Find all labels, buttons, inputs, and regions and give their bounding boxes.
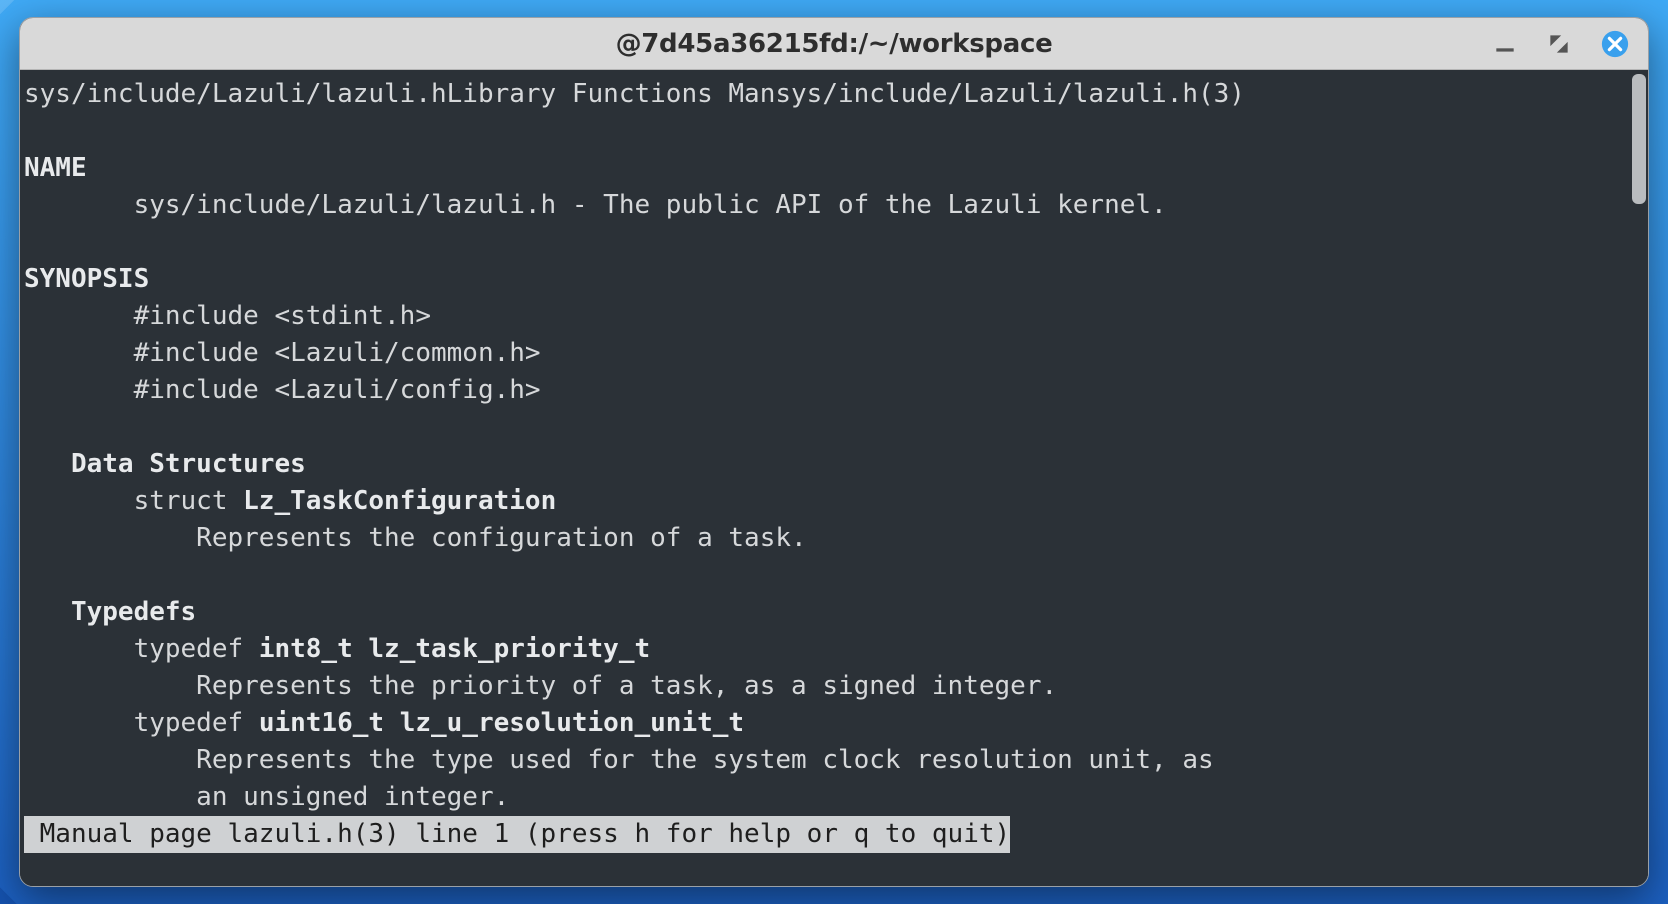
window-controls bbox=[1492, 29, 1630, 59]
typedef-desc: Represents the priority of a task, as a … bbox=[24, 671, 1057, 701]
window-titlebar: @7d45a36215fd:/~/workspace bbox=[20, 18, 1648, 70]
include-line: #include <Lazuli/config.h> bbox=[24, 375, 541, 405]
struct-line: struct Lz_TaskConfiguration bbox=[24, 486, 556, 516]
include-line: #include <Lazuli/common.h> bbox=[24, 338, 541, 368]
man-header-line: sys/include/Lazuli/lazuli.hLibrary Funct… bbox=[24, 79, 1245, 109]
typedef-line: typedef int8_t lz_task_priority_t bbox=[24, 634, 650, 664]
close-button[interactable] bbox=[1600, 29, 1630, 59]
include-line: #include <stdint.h> bbox=[24, 301, 431, 331]
terminal-scrollbar[interactable] bbox=[1630, 70, 1648, 886]
struct-desc: Represents the configuration of a task. bbox=[24, 523, 807, 553]
terminal-body[interactable]: sys/include/Lazuli/lazuli.hLibrary Funct… bbox=[20, 70, 1648, 886]
terminal-window: @7d45a36215fd:/~/workspace sys/include/L… bbox=[19, 17, 1649, 887]
man-status-bar: Manual page lazuli.h(3) line 1 (press h … bbox=[24, 816, 1010, 853]
section-name-heading: NAME bbox=[24, 153, 87, 183]
window-title: @7d45a36215fd:/~/workspace bbox=[616, 29, 1053, 59]
maximize-icon bbox=[1546, 31, 1572, 57]
typedef-desc: an unsigned integer. bbox=[24, 782, 509, 812]
name-body: sys/include/Lazuli/lazuli.h - The public… bbox=[24, 190, 1167, 220]
scrollbar-thumb[interactable] bbox=[1632, 74, 1646, 204]
typedef-line: typedef uint16_t lz_u_resolution_unit_t bbox=[24, 708, 744, 738]
subheading-data-structures: Data Structures bbox=[24, 449, 306, 479]
section-synopsis-heading: SYNOPSIS bbox=[24, 264, 149, 294]
subheading-typedefs: Typedefs bbox=[24, 597, 196, 627]
terminal-output[interactable]: sys/include/Lazuli/lazuli.hLibrary Funct… bbox=[20, 70, 1630, 886]
minimize-button[interactable] bbox=[1492, 31, 1518, 57]
close-icon bbox=[1600, 29, 1630, 59]
minimize-icon bbox=[1492, 31, 1518, 57]
typedef-desc: Represents the type used for the system … bbox=[24, 745, 1214, 775]
maximize-button[interactable] bbox=[1546, 31, 1572, 57]
